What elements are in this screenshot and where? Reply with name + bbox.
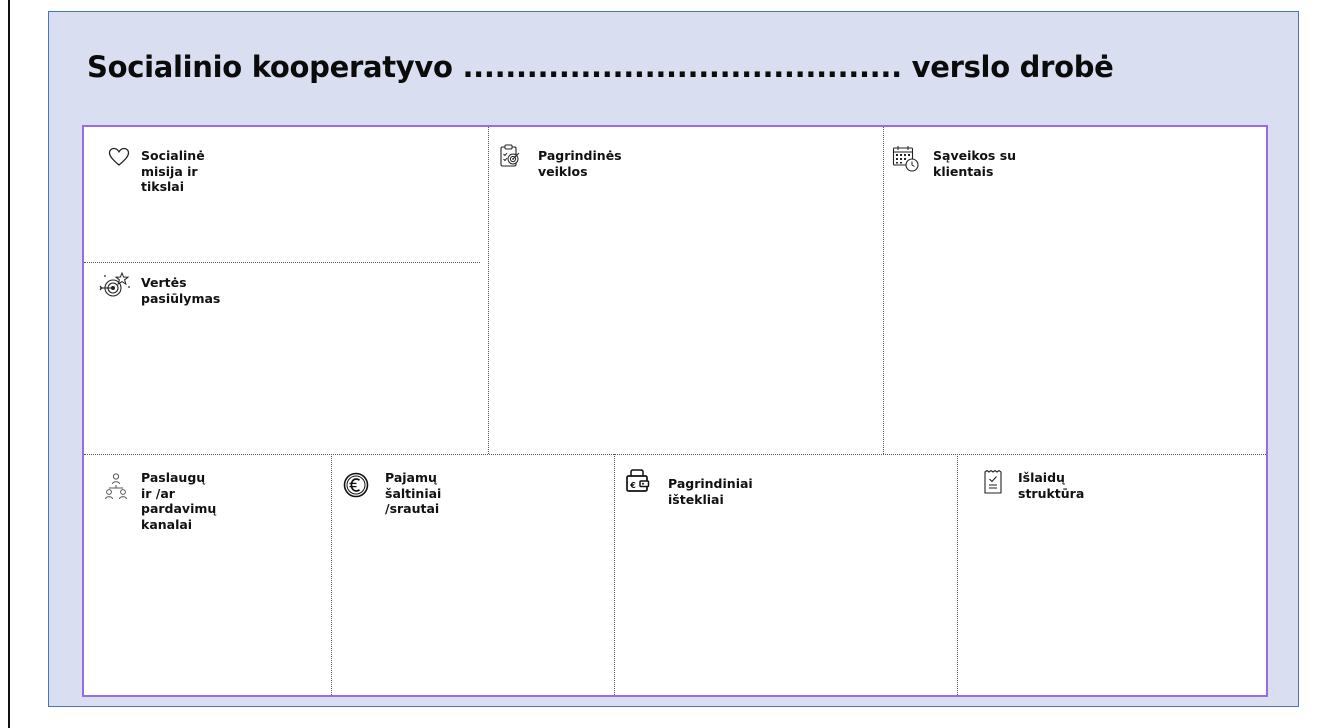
divider-mission-value	[84, 262, 480, 263]
calendar-clock-icon	[892, 145, 920, 173]
divider-bottom-2	[614, 454, 615, 695]
clipboard-target-icon	[499, 144, 521, 168]
page-title: Socialinio kooperatyvo .................…	[87, 50, 1114, 84]
target-star-icon	[98, 271, 132, 299]
divider-col-2	[883, 127, 884, 454]
revenue-label: Pajamų šaltiniai /srautai	[385, 470, 442, 516]
value-label: Vertės pasiūlymas	[141, 275, 221, 306]
business-canvas: Socialinė misija ir tikslai Vertės pasiū…	[82, 125, 1268, 697]
mission-label: Socialinė misija ir tikslai	[141, 148, 205, 194]
euro-wallet-icon: €	[625, 468, 651, 494]
svg-text:€: €	[629, 481, 636, 490]
divider-bottom-1	[331, 454, 332, 695]
divider-col-1	[488, 127, 489, 454]
divider-bottom-3	[957, 454, 958, 695]
people-network-icon	[103, 472, 129, 502]
costs-label: Išlaidų struktūra	[1018, 470, 1085, 501]
receipt-checklist-icon	[982, 469, 1004, 495]
channels-label: Paslaugų ir /ar pardavimų kanalai	[141, 470, 217, 532]
euro-coin-icon	[343, 472, 369, 498]
interactions-label: Sąveikos su klientais	[933, 148, 1017, 179]
resources-label: Pagrindiniai ištekliai	[668, 476, 753, 507]
heart-icon	[108, 147, 130, 167]
activities-label: Pagrindinės veiklos	[538, 148, 622, 179]
divider-rows	[84, 454, 1266, 455]
